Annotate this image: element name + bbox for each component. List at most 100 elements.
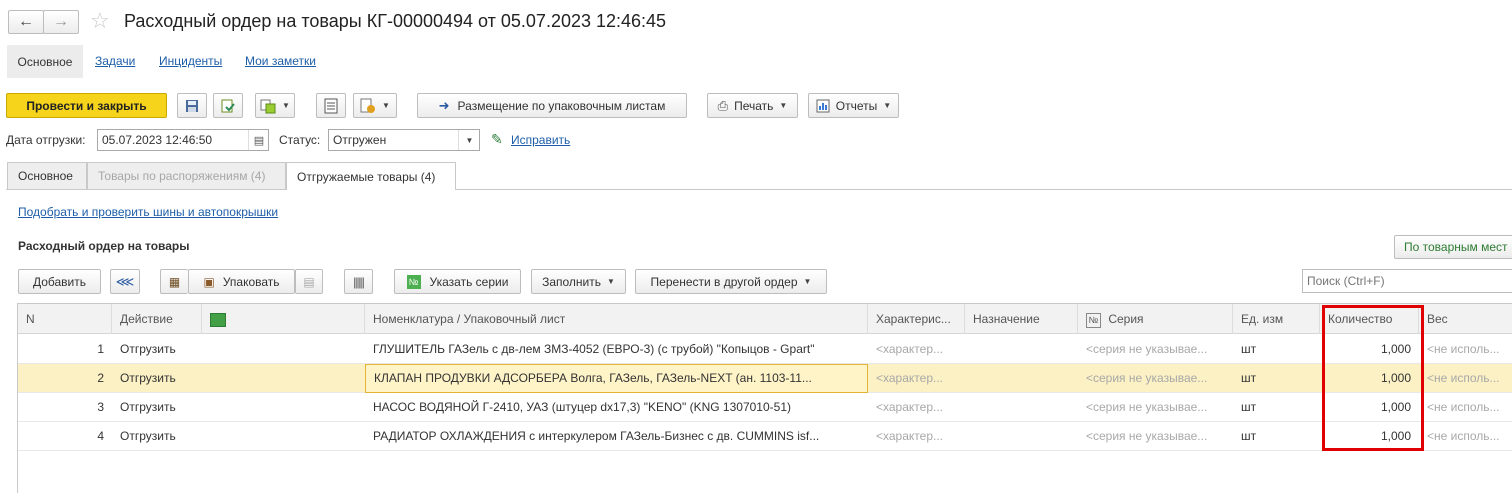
col-header-characteristic[interactable]: Характерис... — [868, 304, 965, 334]
col-header-action-label: Действие — [120, 312, 173, 326]
tabs-baseline — [6, 189, 1512, 190]
row-purpose — [965, 364, 1078, 393]
col-header-weight[interactable]: Вес — [1419, 304, 1512, 334]
structure-button[interactable] — [316, 93, 346, 118]
by-places-button[interactable]: По товарным мест — [1394, 235, 1512, 259]
post-and-close-label: Провести и закрыть — [26, 98, 147, 113]
col-header-purpose-label: Назначение — [973, 312, 1040, 326]
nav-item-tasks[interactable]: Задачи — [95, 54, 135, 68]
row-characteristic: <характер... — [876, 342, 943, 356]
col-header-marking[interactable] — [202, 304, 365, 334]
fix-link[interactable]: Исправить — [511, 133, 570, 147]
post-button[interactable] — [213, 93, 243, 118]
ship-date-label: Дата отгрузки: — [6, 133, 86, 147]
col-header-n-label: N — [26, 312, 35, 326]
chevron-down-icon: ▼ — [779, 101, 788, 110]
ship-date-value: 05.07.2023 12:46:50 — [102, 133, 213, 147]
table-row[interactable]: 3 Отгрузить НАСОС ВОДЯНОЙ Г-2410, УАЗ (ш… — [18, 393, 1512, 422]
by-places-label: По товарным мест — [1404, 240, 1508, 254]
row-item: НАСОС ВОДЯНОЙ Г-2410, УАЗ (штуцер dx17,3… — [373, 400, 791, 414]
fill-button[interactable]: Заполнить ▼ — [531, 269, 626, 294]
table-row[interactable]: 1 Отгрузить ГЛУШИТЕЛЬ ГАЗель с дв-лем ЗМ… — [18, 335, 1512, 364]
calendar-icon[interactable]: ▤ — [248, 130, 269, 150]
col-header-series-label: Серия — [1108, 312, 1144, 326]
row-item[interactable]: КЛАПАН ПРОДУВКИ АДСОРБЕРА Волга, ГАЗель,… — [365, 364, 868, 393]
row-weight: <не исполь... — [1427, 400, 1500, 414]
col-header-item[interactable]: Номенклатура / Упаковочный лист — [365, 304, 868, 334]
chevron-down-icon: ▼ — [607, 277, 615, 286]
pack-sheets-button[interactable]: ➜ Размещение по упаковочным листам — [417, 93, 687, 118]
set-series-label: Указать серии — [429, 274, 509, 289]
barcode-button[interactable]: ||||| — [344, 269, 373, 294]
table-row-selected[interactable]: 2 Отгрузить КЛАПАН ПРОДУВКИ АДСОРБЕРА Во… — [18, 364, 1512, 393]
status-dropdown-icon[interactable]: ▼ — [458, 130, 480, 150]
row-purpose — [965, 393, 1078, 422]
pack-label: Упаковать — [222, 274, 280, 289]
nav-item-main[interactable]: Основное — [7, 45, 83, 78]
row-unit: шт — [1241, 429, 1257, 443]
row-purpose — [965, 422, 1078, 451]
barcode-icon: ||||| — [353, 274, 365, 289]
row-series: <серия не указывае... — [1086, 429, 1208, 443]
col-header-unit[interactable]: Ед. изм — [1233, 304, 1320, 334]
tab-shipped-goods[interactable]: Отгружаемые товары (4) — [286, 162, 456, 190]
tab-main[interactable]: Основное — [7, 162, 87, 189]
add-button[interactable]: Добавить — [18, 269, 101, 294]
chevron-down-icon: ▼ — [883, 101, 892, 110]
nav-item-incidents[interactable]: Инциденты — [159, 54, 222, 68]
tab-order-goods[interactable]: Товары по распоряжениям (4) — [87, 162, 286, 189]
document-gear-icon — [360, 98, 376, 113]
favorite-star-icon[interactable]: ☆ — [90, 8, 110, 34]
nav-item-notes[interactable]: Мои заметки — [245, 54, 316, 68]
print-button[interactable]: ⎙ Печать ▼ — [707, 93, 798, 118]
row-number: 1 — [97, 342, 104, 356]
post-document-icon — [221, 99, 235, 112]
attachments-button[interactable]: ▼ — [353, 93, 397, 118]
share-button[interactable]: ⋘ — [110, 269, 140, 294]
quantity-highlight-box — [1322, 305, 1424, 451]
page-title: Расходный ордер на товары КГ-00000494 от… — [124, 11, 667, 31]
row-unit: шт — [1241, 371, 1257, 385]
ship-date-field[interactable]: 05.07.2023 12:46:50 — [97, 129, 269, 151]
nav-item-main-label: Основное — [17, 54, 73, 69]
row-characteristic: <характер... — [876, 400, 943, 414]
reports-label: Отчеты — [835, 98, 878, 113]
col-header-n[interactable]: N — [18, 304, 112, 334]
move-to-order-button[interactable]: Перенести в другой ордер ▼ — [635, 269, 827, 294]
move-to-order-label: Перенести в другой ордер — [650, 274, 798, 289]
col-header-weight-label: Вес — [1427, 312, 1448, 326]
share-icon: ⋘ — [115, 273, 135, 289]
create-based-on-button[interactable]: ▼ — [255, 93, 295, 118]
unpack-button[interactable]: ▦ — [160, 269, 188, 294]
row-series: <серия не указывае... — [1086, 400, 1208, 414]
marking-icon — [210, 312, 226, 327]
row-item: РАДИАТОР ОХЛАЖДЕНИЯ с интеркулером ГАЗел… — [373, 429, 820, 443]
row-characteristic: <характер... — [876, 371, 943, 385]
reports-button[interactable]: Отчеты ▼ — [808, 93, 899, 118]
post-and-close-button[interactable]: Провести и закрыть — [6, 93, 167, 118]
col-header-action[interactable]: Действие — [112, 304, 202, 334]
redo-arrow-icon: ➜ — [438, 97, 450, 113]
edit-pencil-icon: ✎ — [491, 131, 503, 147]
col-header-item-label: Номенклатура / Упаковочный лист — [373, 312, 566, 326]
row-number: 3 — [97, 400, 104, 414]
table-row[interactable]: 4 Отгрузить РАДИАТОР ОХЛАЖДЕНИЯ с интерк… — [18, 422, 1512, 451]
forward-button[interactable]: → — [43, 10, 79, 34]
pack-extra-button[interactable]: ▤ — [295, 269, 323, 294]
number-sign-icon: № — [1086, 313, 1101, 328]
pack-button[interactable]: ▣ Упаковать — [188, 269, 295, 294]
row-unit: шт — [1241, 400, 1257, 414]
row-weight: <не исполь... — [1427, 429, 1500, 443]
back-button[interactable]: ← — [8, 10, 44, 34]
row-action: Отгрузить — [120, 400, 176, 414]
row-action: Отгрузить — [120, 371, 176, 385]
chevron-down-icon: ▼ — [803, 277, 812, 286]
search-input[interactable] — [1302, 269, 1512, 293]
col-header-purpose[interactable]: Назначение — [965, 304, 1078, 334]
pick-tires-link[interactable]: Подобрать и проверить шины и автопокрышк… — [18, 205, 278, 219]
col-header-series[interactable]: № Серия — [1078, 304, 1233, 334]
chevron-down-icon: ▼ — [282, 101, 290, 110]
save-button[interactable] — [177, 93, 207, 118]
box-icon: ▣ — [203, 274, 215, 289]
set-series-button[interactable]: № Указать серии — [394, 269, 521, 294]
